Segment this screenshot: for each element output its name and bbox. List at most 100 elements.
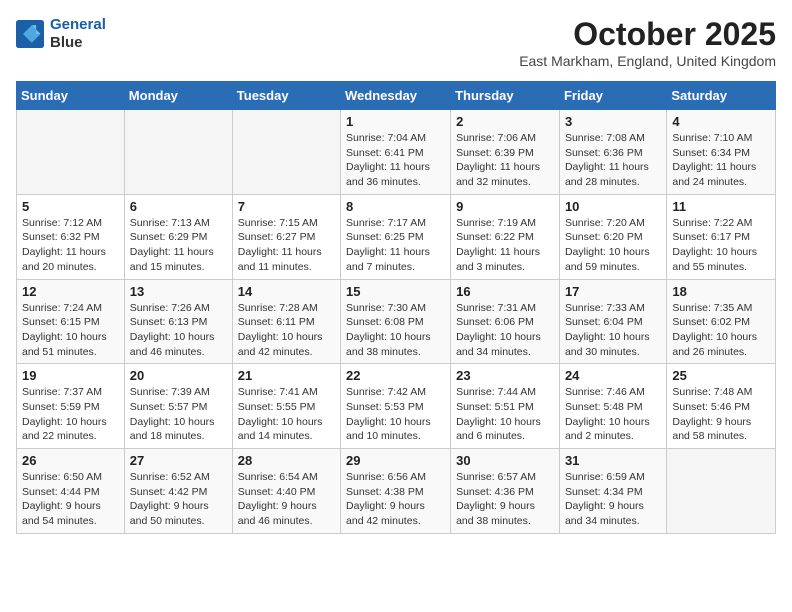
- day-info: Sunrise: 7:04 AM Sunset: 6:41 PM Dayligh…: [346, 131, 445, 190]
- day-number: 17: [565, 284, 661, 299]
- calendar-cell: 1Sunrise: 7:04 AM Sunset: 6:41 PM Daylig…: [341, 110, 451, 195]
- week-row-1: 1Sunrise: 7:04 AM Sunset: 6:41 PM Daylig…: [17, 110, 776, 195]
- calendar-cell: 5Sunrise: 7:12 AM Sunset: 6:32 PM Daylig…: [17, 194, 125, 279]
- calendar-cell: 20Sunrise: 7:39 AM Sunset: 5:57 PM Dayli…: [124, 364, 232, 449]
- day-info: Sunrise: 7:17 AM Sunset: 6:25 PM Dayligh…: [346, 216, 445, 275]
- calendar-cell: [17, 110, 125, 195]
- calendar-cell: 24Sunrise: 7:46 AM Sunset: 5:48 PM Dayli…: [559, 364, 666, 449]
- day-number: 12: [22, 284, 119, 299]
- location: East Markham, England, United Kingdom: [519, 53, 776, 69]
- calendar-cell: 7 Sunrise: 7:15 AM Sunset: 6:27 PM Daylig…: [232, 194, 340, 279]
- day-number: 21: [238, 368, 335, 383]
- day-number: 31: [565, 453, 661, 468]
- day-number: 24: [565, 368, 661, 383]
- week-row-2: 5Sunrise: 7:12 AM Sunset: 6:32 PM Daylig…: [17, 194, 776, 279]
- calendar-cell: [124, 110, 232, 195]
- day-info: Sunrise: 7:24 AM Sunset: 6:15 PM Dayligh…: [22, 301, 119, 360]
- day-info: Sunrise: 7:20 AM Sunset: 6:20 PM Dayligh…: [565, 216, 661, 275]
- calendar-table: SundayMondayTuesdayWednesdayThursdayFrid…: [16, 81, 776, 534]
- calendar-cell: 31 Sunrise: 6:59 AM Sunset: 4:34 PM Dayli…: [559, 449, 666, 534]
- day-info: Sunrise: 7:13 AM Sunset: 6:29 PM Dayligh…: [130, 216, 227, 275]
- day-info: Sunrise: 6:50 AM Sunset: 4:44 PM Dayligh…: [22, 470, 119, 529]
- day-number: 5: [22, 199, 119, 214]
- day-info: Sunrise: 7:10 AM Sunset: 6:34 PM Dayligh…: [672, 131, 770, 190]
- day-info: Sunrise: 6:52 AM Sunset: 4:42 PM Dayligh…: [130, 470, 227, 529]
- calendar-cell: 19Sunrise: 7:37 AM Sunset: 5:59 PM Dayli…: [17, 364, 125, 449]
- day-number: 7: [238, 199, 335, 214]
- day-info: Sunrise: 7:28 AM Sunset: 6:11 PM Dayligh…: [238, 301, 335, 360]
- day-header-thursday: Thursday: [451, 82, 560, 110]
- calendar-cell: 26Sunrise: 6:50 AM Sunset: 4:44 PM Dayli…: [17, 449, 125, 534]
- day-info: Sunrise: 6:54 AM Sunset: 4:40 PM Dayligh…: [238, 470, 335, 529]
- calendar-cell: [232, 110, 340, 195]
- day-info: Sunrise: 6:59 AM Sunset: 4:34 PM Dayligh…: [565, 470, 661, 529]
- day-number: 18: [672, 284, 770, 299]
- day-header-wednesday: Wednesday: [341, 82, 451, 110]
- calendar-cell: 11 Sunrise: 7:22 AM Sunset: 6:17 PM Dayli…: [667, 194, 776, 279]
- calendar-cell: 10 Sunrise: 7:20 AM Sunset: 6:20 PM Dayli…: [559, 194, 666, 279]
- calendar-cell: 30 Sunrise: 6:57 AM Sunset: 4:36 PM Dayli…: [451, 449, 560, 534]
- day-number: 2: [456, 114, 554, 129]
- calendar-cell: 18 Sunrise: 7:35 AM Sunset: 6:02 PM Dayli…: [667, 279, 776, 364]
- day-header-sunday: Sunday: [17, 82, 125, 110]
- day-number: 16: [456, 284, 554, 299]
- header-row: SundayMondayTuesdayWednesdayThursdayFrid…: [17, 82, 776, 110]
- day-number: 8: [346, 199, 445, 214]
- calendar-cell: 21Sunrise: 7:41 AM Sunset: 5:55 PM Dayli…: [232, 364, 340, 449]
- day-info: Sunrise: 7:35 AM Sunset: 6:02 PM Dayligh…: [672, 301, 770, 360]
- day-header-friday: Friday: [559, 82, 666, 110]
- day-number: 20: [130, 368, 227, 383]
- day-number: 10: [565, 199, 661, 214]
- day-info: Sunrise: 6:56 AM Sunset: 4:38 PM Dayligh…: [346, 470, 445, 529]
- day-number: 6: [130, 199, 227, 214]
- title-block: October 2025 East Markham, England, Unit…: [519, 16, 776, 69]
- calendar-cell: 17 Sunrise: 7:33 AM Sunset: 6:04 PM Dayli…: [559, 279, 666, 364]
- day-info: Sunrise: 7:31 AM Sunset: 6:06 PM Dayligh…: [456, 301, 554, 360]
- day-header-saturday: Saturday: [667, 82, 776, 110]
- calendar-cell: 29 Sunrise: 6:56 AM Sunset: 4:38 PM Dayli…: [341, 449, 451, 534]
- day-number: 22: [346, 368, 445, 383]
- day-number: 11: [672, 199, 770, 214]
- day-number: 9: [456, 199, 554, 214]
- page-header: General Blue October 2025 East Markham, …: [16, 16, 776, 69]
- calendar-cell: 23 Sunrise: 7:44 AM Sunset: 5:51 PM Dayli…: [451, 364, 560, 449]
- day-number: 29: [346, 453, 445, 468]
- calendar-cell: 14 Sunrise: 7:28 AM Sunset: 6:11 PM Dayli…: [232, 279, 340, 364]
- day-info: Sunrise: 7:06 AM Sunset: 6:39 PM Dayligh…: [456, 131, 554, 190]
- day-number: 3: [565, 114, 661, 129]
- calendar-cell: 25 Sunrise: 7:48 AM Sunset: 5:46 PM Dayli…: [667, 364, 776, 449]
- day-info: Sunrise: 7:48 AM Sunset: 5:46 PM Dayligh…: [672, 385, 770, 444]
- day-info: Sunrise: 7:30 AM Sunset: 6:08 PM Dayligh…: [346, 301, 445, 360]
- day-number: 13: [130, 284, 227, 299]
- logo-line1: General: [50, 16, 106, 33]
- day-number: 14: [238, 284, 335, 299]
- calendar-cell: 4 Sunrise: 7:10 AM Sunset: 6:34 PM Daylig…: [667, 110, 776, 195]
- day-info: Sunrise: 7:15 AM Sunset: 6:27 PM Dayligh…: [238, 216, 335, 275]
- day-info: Sunrise: 7:19 AM Sunset: 6:22 PM Dayligh…: [456, 216, 554, 275]
- day-info: Sunrise: 7:22 AM Sunset: 6:17 PM Dayligh…: [672, 216, 770, 275]
- calendar-cell: 22 Sunrise: 7:42 AM Sunset: 5:53 PM Dayli…: [341, 364, 451, 449]
- day-number: 28: [238, 453, 335, 468]
- day-number: 15: [346, 284, 445, 299]
- calendar-cell: 2 Sunrise: 7:06 AM Sunset: 6:39 PM Daylig…: [451, 110, 560, 195]
- calendar-cell: 16 Sunrise: 7:31 AM Sunset: 6:06 PM Dayli…: [451, 279, 560, 364]
- day-number: 4: [672, 114, 770, 129]
- week-row-5: 26Sunrise: 6:50 AM Sunset: 4:44 PM Dayli…: [17, 449, 776, 534]
- month-title: October 2025: [519, 16, 776, 53]
- calendar-cell: [667, 449, 776, 534]
- day-header-monday: Monday: [124, 82, 232, 110]
- day-number: 23: [456, 368, 554, 383]
- week-row-4: 19Sunrise: 7:37 AM Sunset: 5:59 PM Dayli…: [17, 364, 776, 449]
- calendar-cell: 13Sunrise: 7:26 AM Sunset: 6:13 PM Dayli…: [124, 279, 232, 364]
- day-info: Sunrise: 7:42 AM Sunset: 5:53 PM Dayligh…: [346, 385, 445, 444]
- day-info: Sunrise: 6:57 AM Sunset: 4:36 PM Dayligh…: [456, 470, 554, 529]
- day-number: 30: [456, 453, 554, 468]
- day-number: 19: [22, 368, 119, 383]
- day-info: Sunrise: 7:08 AM Sunset: 6:36 PM Dayligh…: [565, 131, 661, 190]
- day-info: Sunrise: 7:44 AM Sunset: 5:51 PM Dayligh…: [456, 385, 554, 444]
- day-number: 25: [672, 368, 770, 383]
- calendar-cell: 28 Sunrise: 6:54 AM Sunset: 4:40 PM Dayli…: [232, 449, 340, 534]
- logo-icon: [16, 20, 44, 48]
- calendar-cell: 15 Sunrise: 7:30 AM Sunset: 6:08 PM Dayli…: [341, 279, 451, 364]
- day-info: Sunrise: 7:33 AM Sunset: 6:04 PM Dayligh…: [565, 301, 661, 360]
